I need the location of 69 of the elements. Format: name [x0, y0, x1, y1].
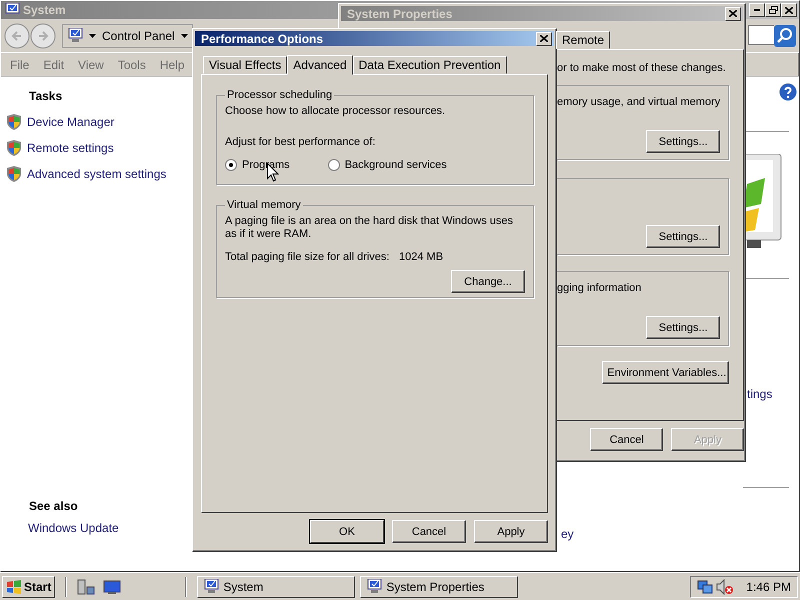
- close-icon: [540, 35, 548, 42]
- total-value: 1024 MB: [399, 251, 444, 263]
- computer-icon: [366, 579, 382, 594]
- description-text: Choose how to allocate processor resources.: [225, 105, 446, 118]
- dialog-button[interactable]: Cancel: [392, 520, 466, 543]
- close-button[interactable]: [536, 32, 552, 46]
- tasks-heading: Tasks: [29, 89, 64, 103]
- task-link[interactable]: Advanced system settings: [7, 161, 191, 187]
- close-icon: [729, 10, 737, 17]
- caret-icon: [89, 34, 96, 38]
- address-bar[interactable]: Control Panel: [62, 24, 193, 48]
- tab[interactable]: Data Execution Prevention: [352, 56, 507, 74]
- window-title: System Properties: [347, 6, 452, 20]
- radio-option[interactable]: Background services: [328, 159, 447, 171]
- group-legend: Virtual memory: [225, 199, 303, 211]
- minimize-button[interactable]: [749, 3, 765, 17]
- muted-speaker-icon[interactable]: [716, 578, 734, 594]
- description-text: A paging file is an area on the hard disk that Windows uses as if it were RAM.: [225, 215, 514, 241]
- desktop-icon[interactable]: [103, 580, 122, 594]
- start-button[interactable]: Start: [2, 576, 56, 598]
- total-label: Total paging file size for all drives:: [225, 251, 390, 263]
- tab[interactable]: Visual Effects: [203, 56, 288, 74]
- network-icon[interactable]: [697, 578, 713, 594]
- minimize-icon: [754, 9, 760, 11]
- task-link[interactable]: Remote settings: [7, 135, 191, 161]
- address-text: Control Panel: [102, 28, 175, 42]
- dialog-button[interactable]: Cancel: [590, 428, 664, 451]
- change-button[interactable]: Change...: [451, 270, 525, 293]
- settings-button[interactable]: Settings...: [646, 316, 720, 339]
- settings-button[interactable]: Settings...: [646, 130, 720, 153]
- link-text[interactable]: ey: [561, 527, 743, 541]
- search-field[interactable]: [748, 24, 774, 44]
- clock: 1:46 PM: [746, 580, 791, 594]
- dialog-button[interactable]: Apply: [474, 520, 548, 543]
- caret-icon: [180, 34, 188, 38]
- computer-icon: [203, 579, 220, 594]
- shield-icon: [7, 140, 21, 156]
- radio-icon[interactable]: [328, 159, 340, 171]
- task-link[interactable]: Device Manager: [7, 109, 191, 135]
- settings-button[interactable]: Settings...: [646, 225, 720, 248]
- restore-icon: [768, 6, 778, 14]
- group-text: emory usage, and virtual memory: [557, 96, 720, 108]
- prompt-text: Adjust for best performance of:: [225, 136, 376, 149]
- link-text[interactable]: tings: [747, 387, 799, 401]
- close-icon: [785, 6, 793, 14]
- dialog-button[interactable]: OK: [310, 520, 384, 543]
- server-icon[interactable]: [77, 578, 96, 594]
- windows-flag-icon: [6, 580, 22, 594]
- tab[interactable]: Remote: [556, 31, 610, 49]
- group-legend: Processor scheduling: [225, 89, 334, 101]
- tab[interactable]: Advanced: [287, 55, 353, 75]
- shield-icon: [7, 166, 21, 182]
- help-icon[interactable]: [779, 83, 797, 101]
- taskbar-button[interactable]: System: [197, 576, 356, 598]
- environment-variables-button[interactable]: Environment Variables...: [602, 361, 730, 384]
- radio-icon[interactable]: [225, 159, 237, 171]
- computer-icon: [67, 28, 83, 43]
- close-button[interactable]: [781, 3, 797, 17]
- close-button[interactable]: [725, 6, 741, 20]
- shield-icon: [7, 114, 21, 130]
- restore-button[interactable]: [765, 3, 781, 17]
- window-title: Performance Options: [201, 32, 324, 46]
- window-title: System: [23, 3, 66, 17]
- windows-update-link[interactable]: Windows Update: [28, 521, 191, 535]
- group-text: gging information: [557, 282, 642, 294]
- intro-text: or to make most of these changes.: [557, 62, 726, 74]
- see-also-heading: See also: [29, 499, 79, 513]
- taskbar-button[interactable]: System Properties: [360, 576, 518, 598]
- search-icon[interactable]: [774, 24, 796, 46]
